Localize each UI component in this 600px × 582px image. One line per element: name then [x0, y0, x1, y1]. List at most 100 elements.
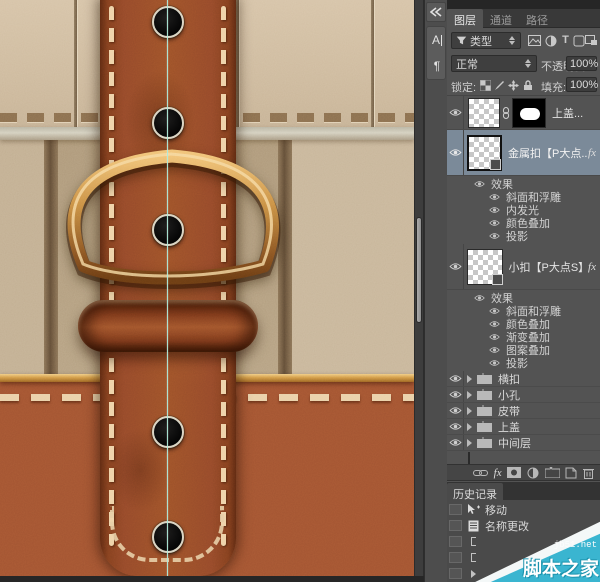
- effect-eye-icon[interactable]: [489, 307, 500, 315]
- effect-eye-icon[interactable]: [489, 333, 500, 341]
- paragraph-panel-icon[interactable]: ¶: [427, 53, 447, 79]
- history-state-box[interactable]: [449, 536, 462, 547]
- tab-paths[interactable]: 路径: [519, 9, 555, 28]
- history-state-box[interactable]: [449, 520, 462, 531]
- history-row-rename[interactable]: 名称更改: [447, 518, 600, 533]
- partial-layer-row[interactable]: [447, 451, 600, 464]
- mask-link-icon[interactable]: [502, 107, 510, 119]
- fill-value[interactable]: 100%: [566, 77, 597, 92]
- tab-history[interactable]: 历史记录: [447, 483, 503, 500]
- pixel-layer-filter-icon[interactable]: [527, 33, 542, 48]
- effect-eye-icon[interactable]: [489, 193, 500, 201]
- layer-fx-badge[interactable]: fx: [588, 147, 596, 159]
- new-group-icon[interactable]: [545, 465, 560, 480]
- layer-row-small-buckle[interactable]: 小扣【P大点S】 fx: [447, 244, 600, 290]
- photoshop-window: A ¶ 图层 通道 路径 类型 T: [0, 0, 600, 582]
- layer-style-fx-icon[interactable]: fx: [494, 465, 502, 480]
- effect-eye-icon[interactable]: [489, 346, 500, 354]
- group-row[interactable]: 上盖: [447, 419, 600, 435]
- paragraph-panel-glyph: ¶: [434, 59, 440, 73]
- collapse-arrows-icon: [430, 7, 442, 17]
- effect-row[interactable]: 投影: [447, 229, 600, 242]
- layer-thumbnail[interactable]: [468, 98, 500, 128]
- selection-bracket-icon: [465, 553, 481, 562]
- layer-thumbnail[interactable]: [467, 249, 503, 285]
- history-panel-header: 历史记录: [447, 482, 600, 500]
- delete-layer-trash-icon[interactable]: [583, 465, 594, 480]
- disclosure-triangle-icon[interactable]: [467, 391, 472, 399]
- new-layer-icon[interactable]: [565, 465, 577, 480]
- smart-object-badge-icon: [492, 274, 503, 285]
- effect-eye-icon[interactable]: [489, 232, 500, 240]
- disclosure-triangle-icon[interactable]: [467, 439, 472, 447]
- lock-position-icon[interactable]: [506, 78, 521, 93]
- effects-eye-icon[interactable]: [474, 294, 485, 302]
- group-folder-icon: [477, 405, 492, 416]
- adjustment-layer-filter-icon[interactable]: [543, 33, 558, 48]
- history-row-move[interactable]: 移动: [447, 502, 600, 517]
- history-row[interactable]: [447, 566, 600, 581]
- blend-row: 正常 不透明度: 100%: [447, 52, 600, 75]
- visibility-eye-icon[interactable]: [447, 438, 463, 447]
- group-row[interactable]: 中间层: [447, 435, 600, 451]
- disclosure-arrow-icon: [465, 570, 481, 578]
- lock-transparency-icon[interactable]: [478, 78, 493, 93]
- blend-mode-dropdown[interactable]: 正常: [451, 55, 537, 72]
- adjustment-layer-icon[interactable]: [527, 465, 539, 480]
- history-state-box[interactable]: [449, 504, 462, 515]
- disclosure-triangle-icon[interactable]: [467, 375, 472, 383]
- layer-filter-row: 类型 T: [447, 29, 600, 52]
- window-bottom-edge: [0, 576, 414, 582]
- disclosure-triangle-icon[interactable]: [467, 423, 472, 431]
- group-row[interactable]: 皮带: [447, 403, 600, 419]
- effects-eye-icon[interactable]: [474, 180, 485, 188]
- disclosure-triangle-icon[interactable]: [467, 407, 472, 415]
- layer-row-metal-buckle[interactable]: 金属扣【P大点... fx: [447, 130, 600, 176]
- canvas-vertical-scrollbar[interactable]: [414, 0, 424, 576]
- group-name: 中间层: [498, 435, 531, 451]
- visibility-eye-icon[interactable]: [447, 390, 463, 399]
- layer-mask-thumbnail[interactable]: [512, 98, 546, 128]
- expand-panels-button[interactable]: [426, 2, 446, 22]
- document-canvas[interactable]: [0, 0, 414, 582]
- visibility-eye-icon[interactable]: [447, 422, 463, 431]
- lock-pixels-brush-icon[interactable]: [492, 78, 507, 93]
- add-mask-icon[interactable]: [507, 465, 521, 480]
- history-state-box[interactable]: [449, 552, 462, 563]
- layer-name: 金属扣【P大点...: [508, 145, 588, 161]
- smart-object-filter-icon[interactable]: [584, 33, 599, 48]
- layer-name: 小扣【P大点S】: [509, 259, 589, 275]
- visibility-eye-icon[interactable]: [447, 374, 463, 383]
- visibility-eye-icon[interactable]: [447, 262, 463, 271]
- group-row[interactable]: 横扣: [447, 371, 600, 387]
- effect-eye-icon[interactable]: [489, 219, 500, 227]
- lock-all-icon[interactable]: [520, 78, 535, 93]
- tab-channels[interactable]: 通道: [483, 9, 519, 28]
- group-name: 小孔: [498, 387, 520, 403]
- effect-eye-icon[interactable]: [489, 206, 500, 214]
- layer-fx-badge[interactable]: fx: [588, 261, 596, 273]
- filter-kind-dropdown[interactable]: 类型: [451, 32, 521, 49]
- tab-layers[interactable]: 图层: [447, 9, 483, 28]
- scrollbar-thumb[interactable]: [416, 217, 422, 323]
- link-layers-icon[interactable]: [473, 465, 488, 480]
- visibility-eye-icon[interactable]: [447, 148, 463, 157]
- effect-eye-icon[interactable]: [489, 320, 500, 328]
- visibility-eye-icon[interactable]: [447, 108, 463, 117]
- group-row[interactable]: 小孔: [447, 387, 600, 403]
- visibility-eye-icon[interactable]: [447, 406, 463, 415]
- layer-row-top-cover[interactable]: 上盖...: [447, 96, 600, 130]
- history-row[interactable]: [447, 534, 600, 549]
- group-name: 皮带: [498, 403, 520, 419]
- history-row[interactable]: [447, 550, 600, 565]
- character-panel-icon[interactable]: A: [427, 27, 447, 53]
- opacity-value[interactable]: 100%: [566, 56, 597, 71]
- group-folder-icon: [477, 437, 492, 448]
- effect-eye-icon[interactable]: [489, 359, 500, 367]
- layers-panel: 图层 通道 路径 类型 T 正常: [447, 0, 600, 582]
- layer-thumbnail[interactable]: [467, 135, 502, 171]
- history-state-box[interactable]: [449, 568, 462, 579]
- character-panel-glyph: A: [432, 33, 440, 47]
- effect-row[interactable]: 投影: [447, 356, 600, 369]
- rename-icon: [465, 520, 481, 532]
